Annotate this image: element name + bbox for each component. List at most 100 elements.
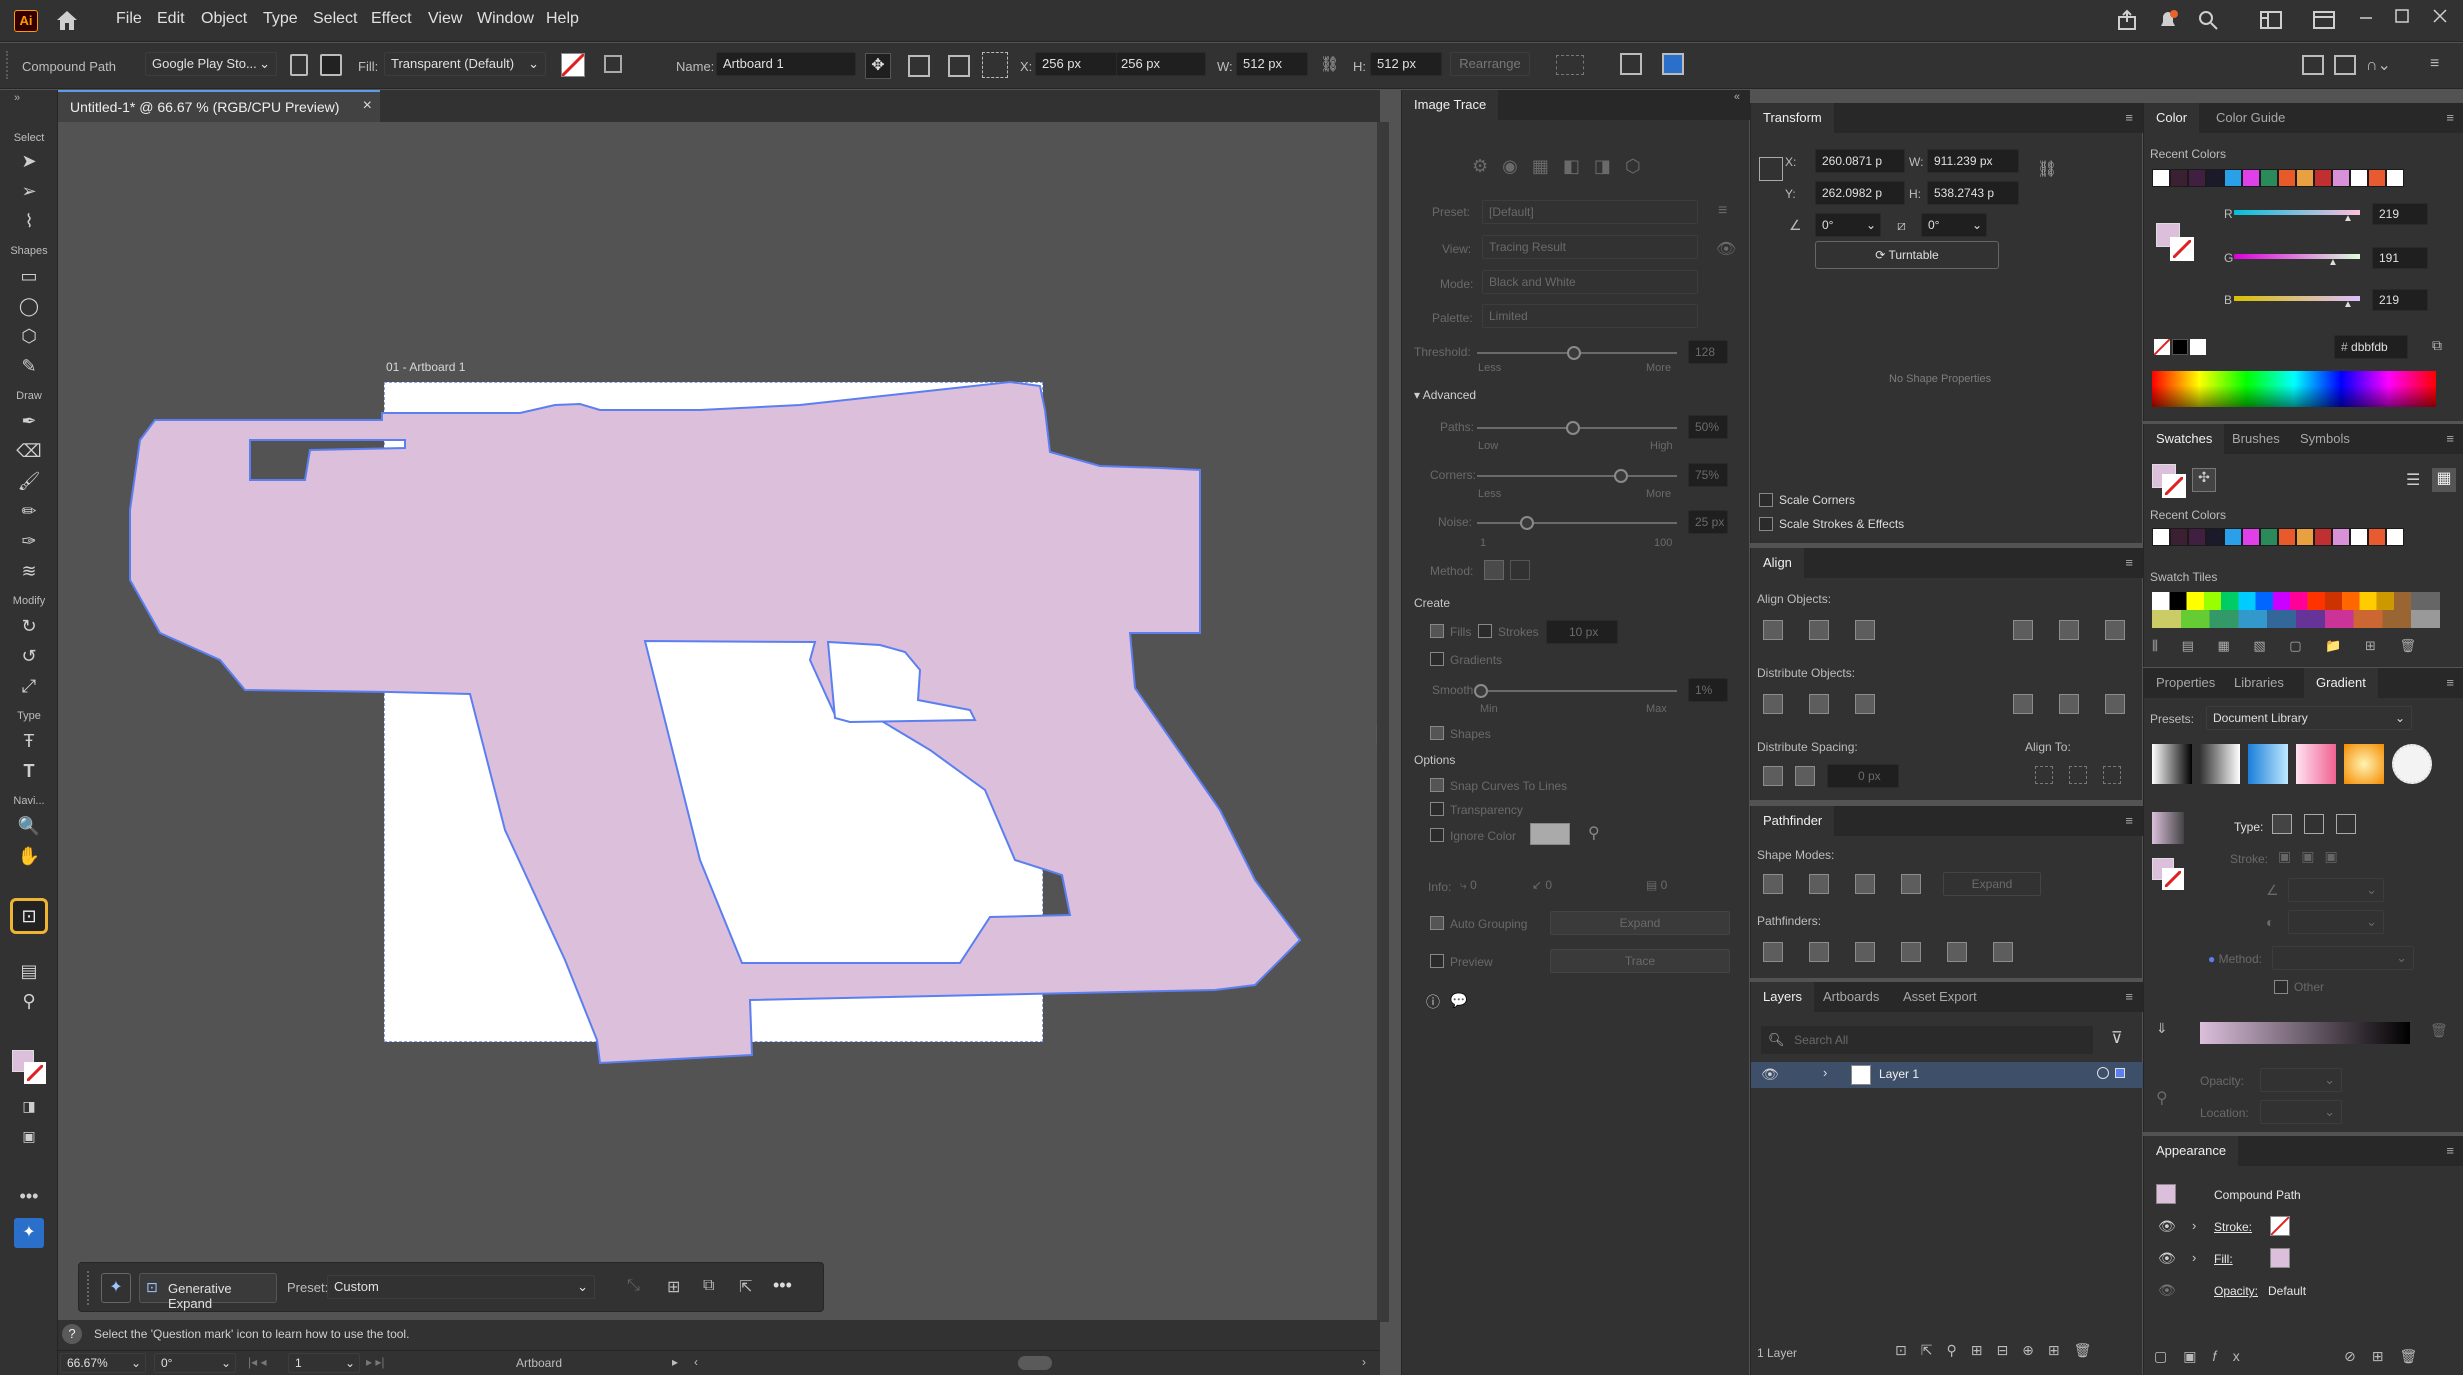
maximize-icon[interactable] [2392, 6, 2412, 26]
appearance-footer-icons[interactable]: ▢▣𝑓x [2154, 1348, 2256, 1365]
trim-icon[interactable] [1809, 942, 1829, 962]
control-menu-icon[interactable]: ≡ [2430, 55, 2450, 75]
white-color-swatch[interactable] [2190, 339, 2206, 355]
smooth-slider[interactable] [1477, 690, 1677, 692]
color-spectrum[interactable] [2152, 371, 2436, 407]
reference-point-icon[interactable] [1759, 157, 1783, 181]
artboards-tab[interactable]: Artboards [1811, 982, 1891, 1012]
recent-color-swatch[interactable] [2332, 169, 2350, 187]
no-fill-swatch[interactable] [560, 52, 586, 78]
corners-field[interactable]: 75% [1688, 463, 1728, 487]
trace-palette-dropdown[interactable]: Limited [1482, 304, 1698, 328]
black-color-swatch[interactable] [2172, 339, 2188, 355]
stroke-expand-icon[interactable]: › [2192, 1218, 2196, 1233]
recent-color-swatch[interactable] [2242, 169, 2260, 187]
reflect-tool-icon[interactable]: ↺ [16, 645, 42, 667]
export-icon[interactable] [1620, 53, 1642, 75]
hand-tool-icon[interactable]: ✋ [16, 845, 42, 867]
gradient-reverse-icon[interactable]: ⇓ [2156, 1020, 2168, 1037]
recent-color-swatch[interactable] [2332, 528, 2350, 546]
gradient-preset-black[interactable] [2152, 744, 2192, 784]
menu-help[interactable]: Help [546, 10, 579, 28]
properties-tab[interactable]: Properties [2144, 668, 2227, 698]
recent-colors-row[interactable] [2152, 169, 2442, 187]
home-icon[interactable] [54, 8, 80, 32]
opacity-visibility-icon[interactable]: 👁 [2158, 1282, 2176, 1299]
distribute-hspace-icon[interactable] [1795, 766, 1815, 786]
puppet-icon[interactable]: ∩⌄ [2366, 55, 2396, 75]
doc-icon[interactable] [290, 54, 308, 76]
recent-color-swatch[interactable] [2224, 169, 2242, 187]
menu-edit[interactable]: Edit [157, 10, 185, 28]
preset-dropdown[interactable]: Custom ⌄ [327, 1275, 595, 1299]
scale-tool-icon[interactable]: ⤢ [16, 675, 42, 697]
recent-color-swatch[interactable] [2188, 528, 2206, 546]
noise-knob[interactable] [1520, 516, 1534, 530]
list-view-icon[interactable]: ☰ [2406, 470, 2420, 490]
hscroll-left-icon[interactable]: ‹ [694, 1355, 698, 1369]
distribute-top-icon[interactable] [1763, 694, 1783, 714]
constrain-proportions-icon[interactable]: ⛓ [2037, 159, 2057, 179]
type-on-path-tool-icon[interactable]: Ŧ [16, 730, 42, 752]
corners-slider[interactable] [1477, 475, 1677, 477]
brush-tool-icon[interactable]: 🖌 [16, 470, 42, 492]
merge-icon[interactable] [1855, 942, 1875, 962]
stroke-visibility-icon[interactable]: 👁 [2158, 1218, 2176, 1235]
task-bar-handle[interactable] [87, 1271, 91, 1305]
advanced-toggle[interactable]: ▾ Advanced [1414, 388, 1476, 402]
first-artboard-icon[interactable]: |◂ ◂ [248, 1355, 267, 1369]
task-bar-ai-icon[interactable]: ✦ [101, 1273, 131, 1303]
pathfinder-tab[interactable]: Pathfinder [1751, 806, 1835, 836]
recent-color-swatch[interactable] [2296, 169, 2314, 187]
color-picker-icon[interactable]: ⧉ [2432, 337, 2442, 354]
b-slider-knob[interactable]: ▲ [2343, 299, 2353, 310]
y-field[interactable]: 256 px [1116, 52, 1206, 76]
duplicate-icon[interactable]: ⧉ [703, 1277, 714, 1295]
auto-grouping-checkbox[interactable] [1430, 916, 1444, 930]
layers-search-input[interactable]: 🔍︎ Search All [1761, 1026, 2093, 1054]
hex-field[interactable]: # dbbfdb [2334, 335, 2408, 359]
color-menu-icon[interactable]: ≡ [2446, 103, 2454, 133]
rearrange-button[interactable]: Rearrange [1450, 52, 1530, 76]
appearance-stroke-swatch[interactable] [2270, 1216, 2290, 1236]
rotate-angle-field[interactable]: 0° ⌄ [1815, 213, 1881, 237]
next-artboard-icon[interactable]: ▸ ▸| [366, 1355, 385, 1369]
appearance-fill-swatch[interactable] [2270, 1248, 2290, 1268]
menu-view[interactable]: View [428, 10, 462, 28]
artboard-layout-icon[interactable] [948, 55, 970, 77]
recolor-icon[interactable] [604, 55, 622, 73]
g-slider-knob[interactable]: ▲ [2328, 257, 2338, 268]
transform-menu-icon[interactable]: ≡ [2125, 103, 2133, 133]
gradient-aspect-field[interactable]: ⌄ [2288, 910, 2384, 934]
menu-window[interactable]: Window [477, 10, 534, 28]
swatch-tiles-grid-row2[interactable] [2152, 610, 2440, 628]
help-icon[interactable]: ? [62, 1324, 82, 1344]
swatches-menu-icon[interactable]: ≡ [2446, 424, 2454, 454]
r-field[interactable]: 219 [2372, 203, 2428, 225]
rotate-tool-icon[interactable]: ↻ [16, 615, 42, 637]
toolbar-collapse-icon[interactable]: » [14, 92, 20, 104]
isolate-icon[interactable] [2334, 55, 2356, 75]
transform-h-field[interactable]: 538.2743 p [1927, 181, 2019, 205]
gradient-preset-dots[interactable] [2392, 744, 2432, 784]
trace-button[interactable]: Trace [1550, 949, 1730, 973]
recent-color-swatch[interactable] [2386, 528, 2404, 546]
generative-ai-icon[interactable]: ✦ [14, 1218, 44, 1248]
layer-target-icon[interactable] [2097, 1067, 2109, 1079]
minus-front-icon[interactable] [1809, 874, 1829, 894]
r-slider-knob[interactable]: ▲ [2343, 213, 2353, 224]
preview-checkbox[interactable] [1430, 954, 1444, 968]
fill-expand-icon[interactable]: › [2192, 1250, 2196, 1265]
gradient-presets-dropdown[interactable]: Document Library ⌄ [2206, 706, 2412, 730]
recent-color-swatch[interactable] [2278, 169, 2296, 187]
gradient-preset-blue[interactable] [2248, 744, 2288, 784]
threshold-knob[interactable] [1567, 346, 1581, 360]
none-color-swatch[interactable] [2153, 338, 2171, 356]
pencil-tool-icon[interactable]: ✏ [16, 500, 42, 522]
recent-color-swatch[interactable] [2260, 169, 2278, 187]
recent-color-swatch[interactable] [2386, 169, 2404, 187]
trace-preset-menu-icon[interactable]: ≡ [1718, 202, 1727, 220]
recent-color-swatch[interactable] [2170, 528, 2188, 546]
recent-color-swatch[interactable] [2170, 169, 2188, 187]
document-tab-close-icon[interactable]: × [363, 97, 372, 115]
